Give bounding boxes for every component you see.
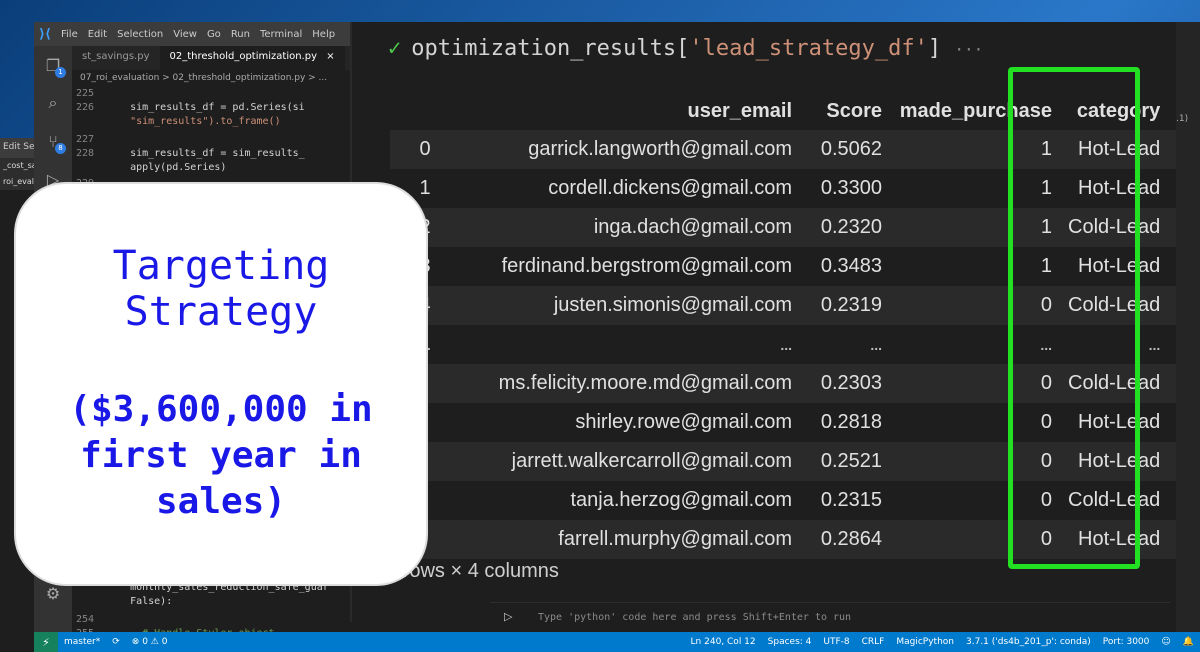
menu-edit[interactable]: Edit xyxy=(83,29,112,40)
code-text: apply(pd.Series) xyxy=(106,162,227,173)
email-cell: cordell.dickens@gmail.com xyxy=(548,177,792,199)
menu-go[interactable]: Go xyxy=(202,29,226,40)
email-cell: shirley.rowe@gmail.com xyxy=(575,411,792,433)
card-title-line2: Strategy xyxy=(124,289,318,335)
source-control-badge: 8 xyxy=(55,143,66,154)
menu-file[interactable]: File xyxy=(56,29,83,40)
code-text: "sim_results").to_frame() xyxy=(106,116,281,127)
score-cell: 0.2303 xyxy=(820,372,882,394)
code-text: sim_results_df = sim_results_ xyxy=(106,148,305,159)
line-number: 227 xyxy=(75,134,94,145)
card-subtitle-line2: first year in xyxy=(80,435,362,476)
right-side-panel: .1) xyxy=(1176,22,1200,632)
email-cell: inga.dach@gmail.com xyxy=(593,216,792,238)
editor-tab-bar: st_savings.py 02_threshold_optimization.… xyxy=(72,46,372,70)
search-icon[interactable]: ⌕ xyxy=(34,84,72,122)
card-title-line1: Targeting xyxy=(112,243,330,289)
code-text: sim_results_df = pd.Series(si xyxy=(106,102,305,113)
email-cell: ... xyxy=(780,336,792,353)
score-cell: 0.2320 xyxy=(820,216,882,238)
code-line: 226 sim_results_df = pd.Series(si xyxy=(72,102,362,116)
tab-cost-savings[interactable]: st_savings.py xyxy=(72,46,160,70)
input-placeholder[interactable]: Type 'python' code here and press Shift+… xyxy=(538,612,851,623)
expression-prefix: optimization_results[ xyxy=(411,36,690,61)
interpreter-status[interactable]: 3.7.1 ('ds4b_201_p': conda) xyxy=(960,637,1097,647)
score-cell: ... xyxy=(870,336,882,353)
email-cell: justen.simonis@gmail.com xyxy=(553,294,792,316)
interactive-input-cell[interactable]: ▷ Type 'python' code here and press Shif… xyxy=(490,602,1170,632)
line-number: 254 xyxy=(75,614,94,625)
code-text: False): xyxy=(106,596,173,607)
line-number: 228 xyxy=(75,148,94,159)
output-expression: ✓ optimization_results['lead_strategy_df'… xyxy=(388,36,983,61)
score-cell: 0.3483 xyxy=(820,255,882,277)
category-highlight-box xyxy=(1008,67,1140,569)
email-cell: garrick.langworth@gmail.com xyxy=(528,138,792,160)
expression-key: 'lead_strategy_df' xyxy=(689,36,928,61)
indentation-status[interactable]: Spaces: 4 xyxy=(762,637,818,647)
menu-run[interactable]: Run xyxy=(226,29,255,40)
feedback-icon[interactable]: ☺ xyxy=(1155,637,1176,647)
remote-icon[interactable]: ⚡ xyxy=(34,632,58,652)
code-line: apply(pd.Series) xyxy=(72,162,362,176)
expression-suffix: ] xyxy=(927,36,942,61)
score-cell: 0.5062 xyxy=(820,138,882,160)
cursor-position[interactable]: Ln 240, Col 12 xyxy=(685,637,762,647)
code-line: False): xyxy=(72,596,362,610)
tab-threshold-optimization-label: 02_threshold_optimization.py xyxy=(169,51,317,62)
status-bar: ⚡ master* ⟳ ⊗ 0 ⚠ 0 Ln 240, Col 12 Space… xyxy=(34,632,1200,652)
email-cell: ms.felicity.moore.md@gmail.com xyxy=(498,372,792,394)
index-header xyxy=(390,92,460,130)
score-cell: 0.2864 xyxy=(820,528,882,550)
eol-status[interactable]: CRLF xyxy=(856,637,891,647)
code-line: 225 xyxy=(72,88,362,102)
port-status[interactable]: Port: 3000 xyxy=(1097,637,1156,647)
problems-status[interactable]: ⊗ 0 ⚠ 0 xyxy=(126,637,174,647)
menu-terminal[interactable]: Terminal xyxy=(255,29,307,40)
vscode-logo-icon: ⟩⟨ xyxy=(39,26,51,42)
source-control-icon[interactable]: ⑂ 8 xyxy=(34,122,72,160)
success-check-icon: ✓ xyxy=(388,36,402,61)
sync-icon[interactable]: ⟳ xyxy=(106,637,126,647)
language-mode[interactable]: MagicPython xyxy=(890,637,960,647)
notifications-bell-icon[interactable]: 🔔 xyxy=(1177,637,1200,647)
email-cell: ferdinand.bergstrom@gmail.com xyxy=(501,255,792,277)
column-header: user_email xyxy=(687,99,792,122)
score-cell: 0.2818 xyxy=(820,411,882,433)
score-cell: 0.3300 xyxy=(820,177,882,199)
screen: Edit Selec _cost_sav roi_evaluat ⟩⟨ File… xyxy=(0,0,1200,652)
explorer-badge: 1 xyxy=(55,67,66,78)
score-cell: 0.2319 xyxy=(820,294,882,316)
encoding-status[interactable]: UTF-8 xyxy=(817,637,855,647)
explorer-icon[interactable]: ❐ 1 xyxy=(34,46,72,84)
menu-selection[interactable]: Selection xyxy=(112,29,168,40)
tab-threshold-optimization[interactable]: 02_threshold_optimization.py × xyxy=(159,46,345,70)
code-line: 227 xyxy=(72,134,362,148)
breadcrumb[interactable]: 07_roi_evaluation > 02_threshold_optimiz… xyxy=(72,70,362,88)
card-subtitle-line1: ($3,600,000 in xyxy=(69,389,373,430)
score-cell: 0.2315 xyxy=(820,489,882,511)
menu-view[interactable]: View xyxy=(168,29,202,40)
email-cell: farrell.murphy@gmail.com xyxy=(558,528,792,550)
code-line: "sim_results").to_frame() xyxy=(72,116,362,130)
line-number: 225 xyxy=(75,88,94,99)
column-header: Score xyxy=(826,99,882,122)
targeting-strategy-card: Targeting Strategy ($3,600,000 in first … xyxy=(14,182,428,586)
score-cell: 0.2521 xyxy=(820,450,882,472)
card-subtitle-line3: sales) xyxy=(155,481,287,522)
line-number: 226 xyxy=(75,102,94,113)
tab-close-icon[interactable]: × xyxy=(326,51,334,62)
row-index: 0 xyxy=(419,138,431,160)
menu-help[interactable]: Help xyxy=(307,29,340,40)
more-icon[interactable]: ··· xyxy=(954,40,983,59)
email-cell: jarrett.walkercarroll@gmail.com xyxy=(511,450,792,472)
run-icon[interactable]: ▷ xyxy=(504,610,512,623)
right-panel-text: .1) xyxy=(1176,114,1189,124)
code-line: 228 sim_results_df = sim_results_ xyxy=(72,148,362,162)
branch-status[interactable]: master* xyxy=(58,637,106,647)
email-cell: tanja.herzog@gmail.com xyxy=(570,489,792,511)
code-line: 254 xyxy=(72,614,362,628)
